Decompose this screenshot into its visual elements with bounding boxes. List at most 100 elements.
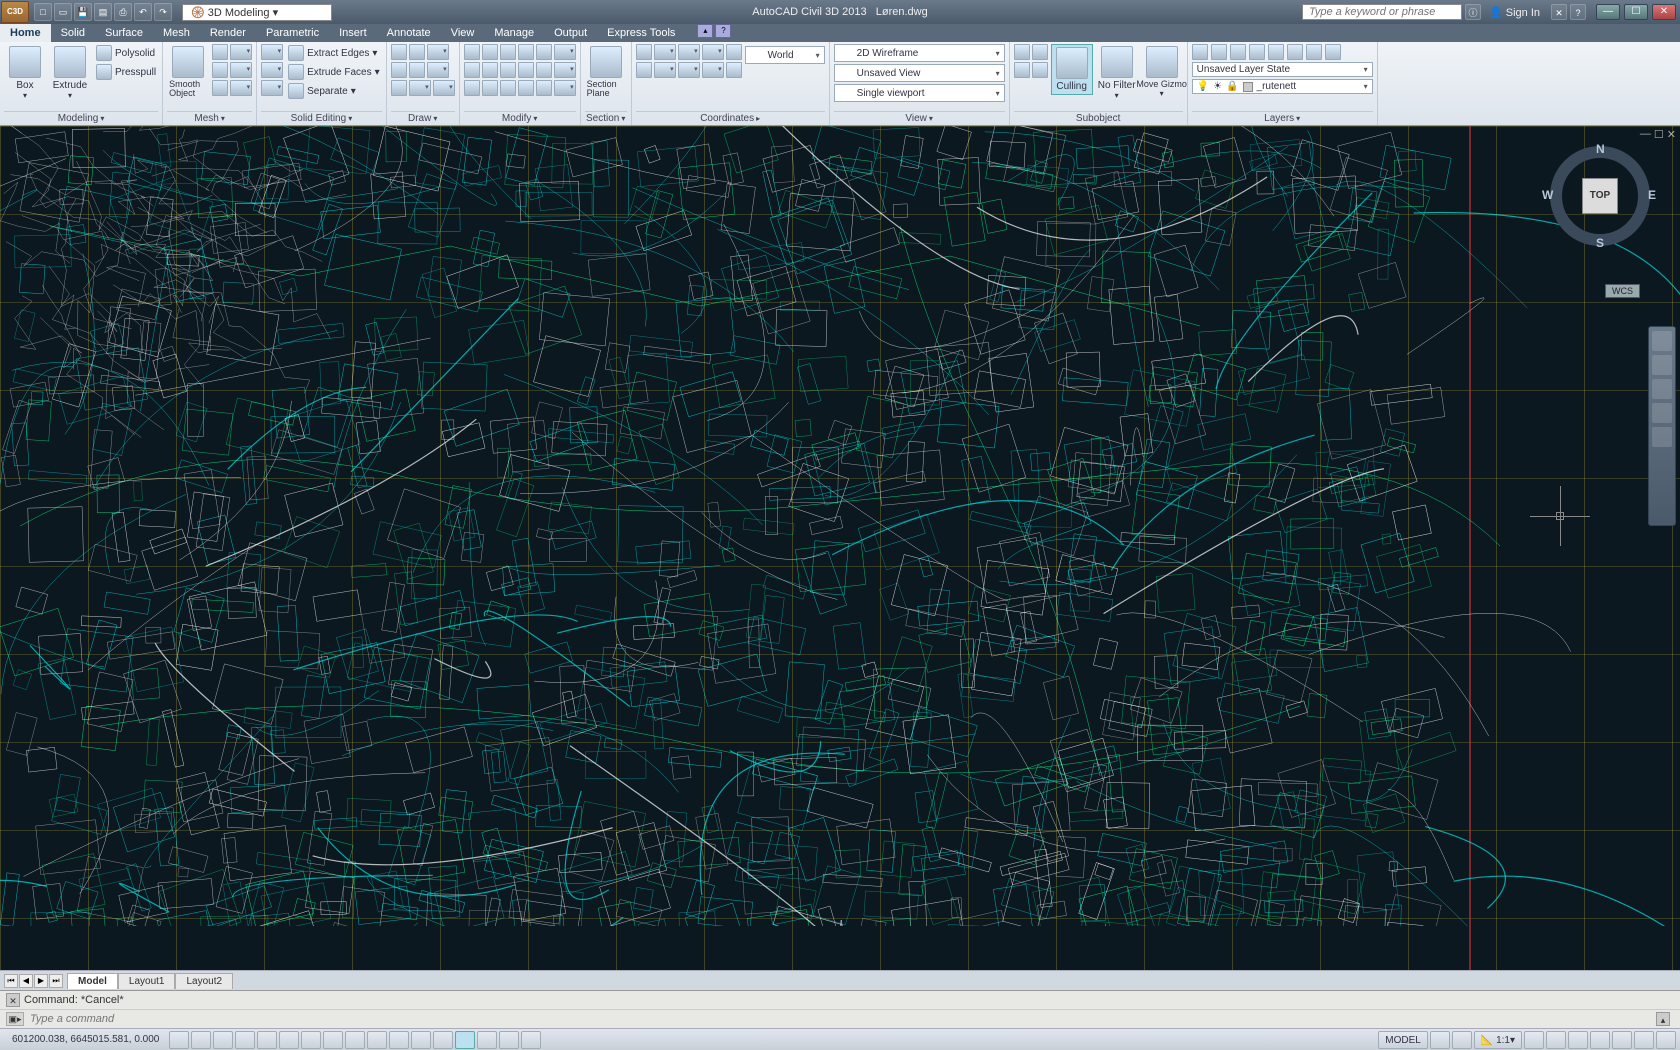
subtract-icon[interactable] <box>261 62 283 78</box>
anno-autoscale-icon[interactable] <box>1546 1031 1566 1049</box>
model-space-button[interactable]: MODEL <box>1378 1031 1428 1049</box>
erase-icon[interactable] <box>536 44 552 60</box>
coordinate-readout[interactable]: 601200.038, 6645015.581, 0.000 <box>4 1034 167 1045</box>
intersect-icon[interactable] <box>261 80 283 96</box>
trim-icon[interactable] <box>500 44 516 60</box>
explode-icon[interactable] <box>554 44 576 60</box>
rotate-icon[interactable] <box>482 44 498 60</box>
polysolid-button[interactable]: Polysolid <box>94 44 158 62</box>
presspull-button[interactable]: Presspull <box>94 63 158 81</box>
tray2-icon[interactable] <box>521 1031 541 1049</box>
polar-toggle[interactable] <box>235 1031 255 1049</box>
qat-saveas-icon[interactable]: ▤ <box>94 3 112 21</box>
osnap-toggle[interactable] <box>257 1031 277 1049</box>
panel-title-layers[interactable]: Layers▾ <box>1192 111 1373 125</box>
rectangle-icon[interactable] <box>391 80 407 96</box>
panel-title-view[interactable]: View▾ <box>834 111 1005 125</box>
nav-zoom-icon[interactable] <box>1652 379 1672 399</box>
section-plane-button[interactable]: Section Plane <box>585 44 627 100</box>
viewcube-east[interactable]: E <box>1648 188 1656 202</box>
viewport-combo[interactable]: Single viewport <box>834 84 1005 102</box>
clean-screen-icon[interactable] <box>1656 1031 1676 1049</box>
cmdline-close-icon[interactable]: ✕ <box>6 993 20 1007</box>
qat-open-icon[interactable]: ▭ <box>54 3 72 21</box>
qat-new-icon[interactable]: □ <box>34 3 52 21</box>
current-layer-combo[interactable]: 💡☀🔒_rutenett <box>1192 79 1373 94</box>
stretch-icon[interactable] <box>464 80 480 96</box>
saved-view-combo[interactable]: Unsaved View <box>834 64 1005 82</box>
no-filter-button[interactable]: No Filter▾ <box>1096 44 1138 102</box>
ribbon-minimize-icon[interactable]: ▴ <box>697 24 713 38</box>
layer-tool4-icon[interactable] <box>1249 44 1265 60</box>
tab-annotate[interactable]: Annotate <box>377 24 441 42</box>
move-icon[interactable] <box>464 44 480 60</box>
panel-title-modeling[interactable]: Modeling▾ <box>4 111 158 125</box>
viewcube-west[interactable]: W <box>1542 188 1553 202</box>
tab-first-icon[interactable]: ⏮ <box>4 974 18 988</box>
ucs-icon[interactable] <box>636 44 652 60</box>
hardware-accel-icon[interactable] <box>1612 1031 1632 1049</box>
tab-prev-icon[interactable]: ◀ <box>19 974 33 988</box>
union-icon[interactable] <box>261 44 283 60</box>
ucs-world-icon[interactable] <box>654 44 676 60</box>
ucs-face-icon[interactable] <box>636 62 652 78</box>
nav-pan-icon[interactable] <box>1652 355 1672 375</box>
mesh-uncrease-icon[interactable] <box>230 80 252 96</box>
subobj-edge-icon[interactable] <box>1032 44 1048 60</box>
layer-tool2-icon[interactable] <box>1211 44 1227 60</box>
offset-icon[interactable] <box>500 80 516 96</box>
visual-style-combo[interactable]: 2D Wireframe <box>834 44 1005 62</box>
panel-title-draw[interactable]: Draw▾ <box>391 111 455 125</box>
infocenter-icon[interactable]: ⓘ <box>1465 4 1481 20</box>
separate-button[interactable]: Separate ▾ <box>286 82 382 100</box>
ellipse-icon[interactable] <box>427 62 449 78</box>
dyn-toggle[interactable] <box>345 1031 365 1049</box>
viewcube-south[interactable]: S <box>1596 236 1604 250</box>
qat-undo-icon[interactable]: ↶ <box>134 3 152 21</box>
smooth-object-button[interactable]: Smooth Object <box>167 44 209 100</box>
break-icon[interactable] <box>518 80 534 96</box>
workspace-dropdown[interactable]: 🛞 3D Modeling ▾ <box>182 4 332 21</box>
am-toggle[interactable] <box>455 1031 475 1049</box>
ucs-3point-icon[interactable] <box>702 62 724 78</box>
tray1-icon[interactable] <box>499 1031 519 1049</box>
mesh-refine-icon[interactable] <box>230 62 252 78</box>
ortho-toggle[interactable] <box>213 1031 233 1049</box>
quickview-layouts-icon[interactable] <box>1430 1031 1450 1049</box>
move-gizmo-button[interactable]: Move Gizmo▾ <box>1141 44 1183 100</box>
lengthen-icon[interactable] <box>554 80 576 96</box>
lwt-toggle[interactable] <box>367 1031 387 1049</box>
chamfer-icon[interactable] <box>518 62 534 78</box>
mesh-crease-icon[interactable] <box>212 80 228 96</box>
mesh-smooth-more-icon[interactable] <box>230 44 252 60</box>
panel-title-modify[interactable]: Modify▾ <box>464 111 576 125</box>
subobj-history-icon[interactable] <box>1032 62 1048 78</box>
join-icon[interactable] <box>536 80 552 96</box>
panel-title-solid-editing[interactable]: Solid Editing▾ <box>261 111 382 125</box>
layer-tool1-icon[interactable] <box>1192 44 1208 60</box>
polyline-icon[interactable] <box>409 44 425 60</box>
maximize-button[interactable]: ☐ <box>1624 4 1648 20</box>
layer-tool3-icon[interactable] <box>1230 44 1246 60</box>
tab-output[interactable]: Output <box>544 24 597 42</box>
ucs-object-icon[interactable] <box>654 62 676 78</box>
ducs-toggle[interactable] <box>323 1031 343 1049</box>
tab-layout1[interactable]: Layout1 <box>118 973 176 989</box>
tab-view[interactable]: View <box>441 24 485 42</box>
panel-title-section[interactable]: Section▾ <box>585 111 627 125</box>
circle-icon[interactable] <box>427 44 449 60</box>
tab-surface[interactable]: Surface <box>95 24 153 42</box>
tab-last-icon[interactable]: ⏭ <box>49 974 63 988</box>
tab-next-icon[interactable]: ▶ <box>34 974 48 988</box>
close-button[interactable]: ✕ <box>1652 4 1676 20</box>
3dosnap-toggle[interactable] <box>279 1031 299 1049</box>
align-icon[interactable] <box>554 62 576 78</box>
qat-plot-icon[interactable]: ⎙ <box>114 3 132 21</box>
nav-wheel-icon[interactable] <box>1652 331 1672 351</box>
ucs-view-icon[interactable] <box>678 62 700 78</box>
tab-insert[interactable]: Insert <box>329 24 377 42</box>
tpy-toggle[interactable] <box>389 1031 409 1049</box>
cmdline-expand-icon[interactable]: ▴ <box>1656 1012 1670 1026</box>
scale-icon[interactable] <box>482 80 498 96</box>
tab-parametric[interactable]: Parametric <box>256 24 329 42</box>
